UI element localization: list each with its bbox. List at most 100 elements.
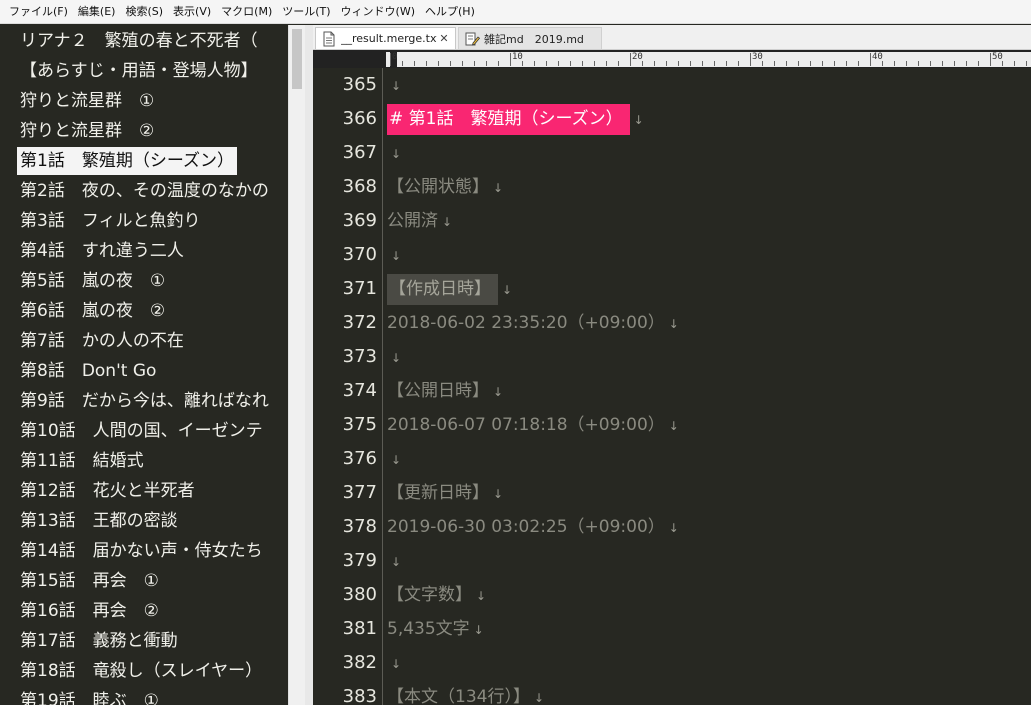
outline-item[interactable]: 第8話 Don't Go (17, 357, 159, 385)
eol-mark-icon: ↓ (668, 317, 679, 331)
ruler-tick (474, 61, 475, 66)
menu-item-3[interactable]: 表示(V) (168, 0, 216, 24)
eol-mark-icon: ↓ (391, 147, 402, 161)
text-line[interactable]: ↓ (387, 238, 401, 272)
text-line[interactable]: 2019-06-30 03:02:25（+09:00） ↓ (387, 510, 679, 544)
outline-item[interactable]: 第4話 すれ違う二人 (17, 237, 187, 265)
scrollbar-thumb[interactable] (292, 29, 302, 89)
line-number: 375 (342, 414, 377, 435)
menu-item-6[interactable]: ウィンドウ(W) (336, 0, 420, 24)
text-line[interactable]: ↓ (387, 646, 401, 680)
ruler-tick (846, 61, 847, 66)
line-number: 367 (342, 142, 377, 163)
outline-item[interactable]: 第18話 竜殺し（スレイヤー） (17, 657, 265, 685)
outline-scrollbar[interactable] (288, 25, 305, 705)
ruler-tick (978, 61, 979, 66)
line-number: 372 (342, 312, 377, 333)
outline-item[interactable]: 第15話 再会 ① (17, 567, 162, 595)
text-line[interactable]: 2018-06-07 07:18:18（+09:00） ↓ (387, 408, 679, 442)
menu-item-5[interactable]: ツール(T) (277, 0, 335, 24)
ruler-tick (690, 61, 691, 66)
text-line[interactable]: ↓ (387, 544, 401, 578)
ruler-number: 20 (632, 52, 643, 62)
menu-item-1[interactable]: 編集(E) (73, 0, 121, 24)
outline-item[interactable]: 第6話 嵐の夜 ② (17, 297, 168, 325)
outline-item[interactable]: 第7話 かの人の不在 (17, 327, 187, 355)
outline-item[interactable]: 【あらすじ・用語・登場人物】 (17, 57, 261, 85)
text-line[interactable]: ↓ (387, 442, 401, 476)
text-line[interactable]: ↓ (387, 340, 401, 374)
text-line[interactable]: 【更新日時】 ↓ (387, 476, 503, 510)
close-icon[interactable]: ✕ (437, 32, 451, 45)
line-number: 382 (342, 652, 377, 673)
line-text: 2018-06-07 07:18:18（+09:00） (387, 415, 665, 435)
ruler-tick (546, 61, 547, 66)
outline-pane: リアナ２ 繁殖の春と不死者（ 【あらすじ・用語・登場人物】 狩りと流星群 ① 狩りと流… (0, 25, 288, 705)
outline-item[interactable]: 狩りと流星群 ① (17, 87, 157, 115)
line-number: 371 (342, 278, 377, 299)
text-line[interactable]: # 第1話 繁殖期（シーズン） ↓ (387, 102, 644, 136)
text-line[interactable]: 【文字数】 ↓ (387, 578, 486, 612)
outline-item[interactable]: 第10話 人間の国、イーゼンテ (17, 417, 266, 445)
eol-mark-icon: ↓ (493, 385, 504, 399)
ruler-tick (834, 61, 835, 66)
ruler-tick (906, 61, 907, 66)
text-line[interactable]: 5,435文字 ↓ (387, 612, 484, 646)
eol-mark-icon: ↓ (476, 589, 487, 603)
ruler-number: 40 (872, 52, 883, 62)
menu-item-4[interactable]: マクロ(M) (216, 0, 277, 24)
outline-item[interactable]: 第14話 届かない声・侍女たち (17, 537, 266, 565)
outline-item[interactable]: 第13話 王都の密談 (17, 507, 181, 535)
outline-item[interactable]: 第11話 結婚式 (17, 447, 147, 475)
text-line[interactable]: 【公開日時】 ↓ (387, 374, 503, 408)
line-text: 【更新日時】 (387, 483, 489, 503)
outline-item[interactable]: 第17話 義務と衝動 (17, 627, 181, 655)
ruler-tick (582, 61, 583, 66)
ruler-tick (414, 61, 415, 66)
tab-notes-2019[interactable]: 雑記md 2019.md (458, 27, 602, 49)
text-line[interactable]: 【公開状態】 ↓ (387, 170, 503, 204)
menu-bar: ファイル(F) 編集(E) 検索(S) 表示(V) マクロ(M) ツール(T) ウィンドウ(… (0, 0, 1031, 24)
outline-item[interactable]: 第12話 花火と半死者 (17, 477, 198, 505)
ruler-tick (954, 61, 955, 66)
ruler-tick (534, 61, 535, 66)
text-line[interactable]: ↓ (387, 136, 401, 170)
tab-result-merge[interactable]: __result.merge.txt ✕ (315, 27, 456, 49)
outline-item[interactable]: 第1話 繁殖期（シーズン） (17, 147, 237, 175)
line-number: 377 (342, 482, 377, 503)
heading-text: # 第1話 繁殖期（シーズン） (387, 103, 630, 135)
outline-item[interactable]: 第9話 だから今は、離ればなれ (17, 387, 272, 415)
menu-item-2[interactable]: 検索(S) (120, 0, 168, 24)
line-text: 2019-06-30 03:02:25（+09:00） (387, 517, 665, 537)
text-line[interactable]: ↓ (387, 68, 401, 102)
text-line[interactable]: 【本文（134行）】 ↓ (387, 680, 544, 705)
eol-mark-icon: ↓ (533, 691, 545, 705)
ruler-tick (498, 61, 499, 66)
outline-item[interactable]: 第5話 嵐の夜 ① (17, 267, 168, 295)
text-line[interactable]: 【作成日時】 ↓ (387, 272, 512, 306)
eol-mark-icon: ↓ (668, 521, 679, 535)
menu-item-7[interactable]: ヘルプ(H) (420, 0, 480, 24)
ruler-tick (774, 61, 775, 66)
outline-item[interactable]: 第19話 睦ぶ ① (17, 687, 162, 705)
line-number: 378 (342, 516, 377, 537)
text-editor[interactable]: 365 ↓ 366 # 第1話 繁殖期（シーズン） ↓ 367 ↓ 368 【公開状態】 ↓ 369… (313, 68, 1031, 705)
outline-item[interactable]: リアナ２ 繁殖の春と不死者（ (17, 27, 261, 55)
gutter-divider (382, 68, 383, 705)
ruler-tick (630, 53, 631, 66)
ruler-tick (738, 61, 739, 66)
outline-item[interactable]: 第16話 再会 ② (17, 597, 162, 625)
ruler-tick (570, 61, 571, 66)
eol-mark-icon: ↓ (391, 657, 402, 671)
outline-item[interactable]: 狩りと流星群 ② (17, 117, 157, 145)
menu-item-0[interactable]: ファイル(F) (4, 0, 73, 24)
ruler-tick (606, 61, 607, 66)
pane-splitter[interactable] (305, 25, 313, 705)
ruler-tick (666, 61, 667, 66)
text-line[interactable]: 公開済 ↓ (387, 204, 452, 238)
column-ruler: 0 10 20 30 40 50 (313, 50, 1031, 68)
outline-item[interactable]: 第2話 夜の、その温度のなかの (17, 177, 272, 205)
text-line[interactable]: 2018-06-02 23:35:20（+09:00） ↓ (387, 306, 679, 340)
cursor-line-text: 【作成日時】 (387, 273, 498, 305)
outline-item[interactable]: 第3話 フィルと魚釣り (17, 207, 203, 235)
